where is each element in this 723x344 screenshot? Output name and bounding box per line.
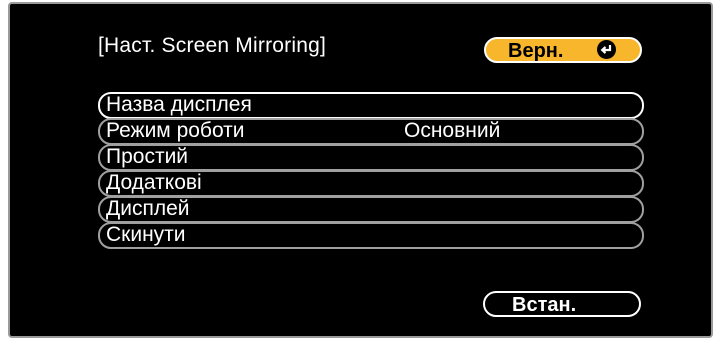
set-button[interactable]: Встан. bbox=[483, 291, 641, 317]
projector-menu-screen: [Наст. Screen Mirroring] Верн. Назва дис… bbox=[8, 2, 713, 338]
menu-item-reset[interactable]: Скинути bbox=[98, 222, 644, 249]
menu-item-value: Основний bbox=[404, 119, 501, 142]
menu-item-label: Простий bbox=[106, 145, 189, 168]
menu-item-label: Назва дисплея bbox=[106, 93, 252, 116]
menu-item-label: Режим роботи bbox=[106, 119, 245, 142]
menu-item-label: Скинути bbox=[106, 223, 186, 246]
set-button-label: Встан. bbox=[512, 294, 577, 316]
menu-item-operation-mode[interactable]: Режим роботи Основний bbox=[98, 118, 644, 145]
page-title: [Наст. Screen Mirroring] bbox=[98, 34, 326, 57]
menu-item-label: Додаткові bbox=[106, 171, 202, 194]
menu-item-display[interactable]: Дисплей bbox=[98, 196, 644, 223]
back-button[interactable]: Верн. bbox=[484, 37, 642, 63]
menu-item-advanced[interactable]: Додаткові bbox=[98, 170, 644, 197]
menu-item-label: Дисплей bbox=[106, 197, 190, 220]
menu-item-basic[interactable]: Простий bbox=[98, 144, 644, 171]
settings-menu: Назва дисплея Режим роботи Основний Прос… bbox=[98, 92, 644, 249]
menu-item-display-name[interactable]: Назва дисплея bbox=[98, 92, 644, 119]
back-button-label: Верн. bbox=[508, 40, 564, 62]
enter-icon bbox=[597, 40, 616, 59]
